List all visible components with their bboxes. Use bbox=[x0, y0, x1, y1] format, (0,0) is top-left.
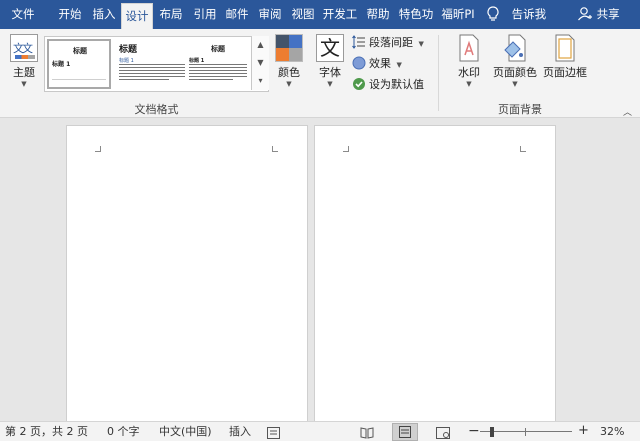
colors-label: 颜色 bbox=[278, 66, 300, 79]
margin-mark bbox=[95, 146, 101, 152]
share-button[interactable]: 共享 bbox=[577, 0, 620, 29]
set-as-default-label: 设为默认值 bbox=[369, 78, 424, 91]
chevron-down-icon: ▼ bbox=[286, 80, 292, 88]
watermark-icon bbox=[458, 34, 480, 62]
theme-label: 主题 bbox=[13, 66, 35, 79]
gallery-up-icon[interactable]: ▲ bbox=[251, 36, 269, 54]
paragraph-spacing-button[interactable]: 段落间距 ▼ bbox=[352, 34, 424, 52]
theme-icon: 文文 bbox=[10, 34, 38, 62]
thumb-heading: 标题 1 bbox=[52, 61, 71, 68]
tell-me-label: 告诉我 bbox=[511, 7, 547, 21]
thumb-title: 标题 bbox=[73, 47, 87, 55]
tab-mailings[interactable]: 邮件 bbox=[221, 0, 253, 29]
fonts-label: 字体 bbox=[319, 66, 341, 79]
style-thumbnail-2[interactable]: 标题 标题 1 bbox=[117, 39, 191, 89]
effects-icon bbox=[352, 56, 366, 70]
tab-design[interactable]: 设计 bbox=[121, 3, 153, 29]
color-palette-icon bbox=[275, 34, 303, 62]
margin-mark bbox=[343, 146, 349, 152]
page-borders-button[interactable]: 页面边框 bbox=[542, 34, 588, 80]
paragraph-spacing-label: 段落间距 bbox=[369, 36, 413, 49]
thumb-title: 标题 bbox=[119, 45, 138, 55]
page-color-icon bbox=[501, 34, 529, 62]
watermark-label: 水印 bbox=[458, 66, 480, 79]
theme-button[interactable]: 文文 主题 ▼ bbox=[4, 34, 44, 88]
margin-mark bbox=[272, 146, 278, 152]
word-count[interactable]: 0 个字 bbox=[107, 422, 140, 441]
thumb-heading: 标题 1 bbox=[189, 58, 205, 64]
style-thumbnail-1[interactable]: 标题 标题 1 bbox=[47, 39, 111, 89]
group-label-document-formatting: 文档格式 bbox=[134, 103, 179, 116]
document-area[interactable] bbox=[0, 118, 640, 421]
chevron-down-icon: ▼ bbox=[512, 80, 518, 88]
tab-home[interactable]: 开始 bbox=[54, 0, 86, 29]
fonts-button[interactable]: 文 字体 ▼ bbox=[312, 34, 348, 88]
chevron-down-icon: ▼ bbox=[327, 80, 333, 88]
style-gallery: 标题 标题 1 标题 标题 1 标题 标题 1 bbox=[44, 36, 269, 92]
tab-references[interactable]: 引用 bbox=[189, 0, 221, 29]
ribbon-tab-bar: 文件 开始 插入 设计 布局 引用 邮件 审阅 视图 开发工 帮助 特色功 福昕… bbox=[0, 0, 640, 29]
tab-view[interactable]: 视图 bbox=[287, 0, 319, 29]
macro-record-icon[interactable] bbox=[267, 426, 280, 441]
zoom-in-button[interactable]: + bbox=[578, 422, 589, 441]
margin-mark bbox=[520, 146, 526, 152]
paragraph-spacing-icon bbox=[352, 35, 366, 49]
tab-layout[interactable]: 布局 bbox=[155, 0, 187, 29]
thumb-heading: 标题 1 bbox=[119, 58, 134, 64]
zoom-out-button[interactable]: − bbox=[468, 422, 480, 441]
page-count[interactable]: 第 2 页，共 2 页 bbox=[5, 422, 88, 441]
effects-label: 效果 bbox=[369, 57, 391, 70]
gallery-down-icon[interactable]: ▼ bbox=[251, 54, 269, 72]
person-add-icon bbox=[577, 3, 593, 32]
effects-button[interactable]: 效果 ▼ bbox=[352, 55, 402, 73]
tab-help[interactable]: 帮助 bbox=[362, 0, 394, 29]
thumb-title: 标题 bbox=[211, 45, 225, 53]
page-2[interactable] bbox=[314, 125, 556, 421]
gallery-scroll-buttons: ▲ ▼ ▾ bbox=[251, 36, 269, 92]
read-mode-icon[interactable] bbox=[360, 426, 374, 441]
status-bar: 第 2 页，共 2 页 0 个字 中文(中国) 插入 − + 32% bbox=[0, 421, 640, 441]
print-layout-icon[interactable] bbox=[392, 423, 418, 441]
tab-review[interactable]: 审阅 bbox=[254, 0, 286, 29]
chevron-down-icon: ▼ bbox=[466, 80, 472, 88]
page-1[interactable] bbox=[66, 125, 308, 421]
zoom-slider-center-mark bbox=[525, 428, 526, 436]
page-borders-icon bbox=[554, 34, 576, 62]
zoom-slider-thumb[interactable] bbox=[490, 427, 494, 437]
tab-developer[interactable]: 开发工 bbox=[320, 0, 360, 29]
set-as-default-button[interactable]: 设为默认值 bbox=[352, 76, 424, 94]
chevron-down-icon: ▼ bbox=[21, 80, 27, 88]
page-color-button[interactable]: 页面颜色 ▼ bbox=[490, 34, 540, 88]
zoom-level[interactable]: 32% bbox=[600, 422, 624, 441]
group-label-page-background: 页面背景 bbox=[498, 103, 542, 116]
fonts-icon: 文 bbox=[316, 34, 344, 62]
ribbon: 文文 主题 ▼ 标题 标题 1 标题 标题 1 标题 标题 1 ▲ ▼ ▾ 文档… bbox=[0, 29, 640, 118]
web-layout-icon[interactable] bbox=[436, 426, 450, 441]
tell-me[interactable]: 告诉我 bbox=[486, 0, 546, 29]
collapse-ribbon-icon[interactable]: ︿ bbox=[623, 105, 632, 118]
share-label: 共享 bbox=[596, 7, 620, 21]
page-color-label: 页面颜色 bbox=[493, 66, 537, 79]
colors-button[interactable]: 颜色 ▼ bbox=[272, 34, 306, 88]
insert-mode[interactable]: 插入 bbox=[229, 422, 251, 441]
page-borders-label: 页面边框 bbox=[543, 66, 587, 79]
style-thumbnail-3[interactable]: 标题 标题 1 bbox=[187, 39, 253, 89]
language-indicator[interactable]: 中文(中国) bbox=[159, 422, 212, 441]
tab-foxit-pdf[interactable]: 福昕PI bbox=[438, 0, 478, 29]
group-separator bbox=[438, 35, 439, 111]
tab-insert[interactable]: 插入 bbox=[88, 0, 120, 29]
check-circle-icon bbox=[352, 77, 366, 91]
watermark-button[interactable]: 水印 ▼ bbox=[452, 34, 486, 88]
tab-special-features[interactable]: 特色功 bbox=[395, 0, 437, 29]
gallery-more-icon[interactable]: ▾ bbox=[251, 72, 269, 90]
tab-file[interactable]: 文件 bbox=[0, 0, 46, 29]
